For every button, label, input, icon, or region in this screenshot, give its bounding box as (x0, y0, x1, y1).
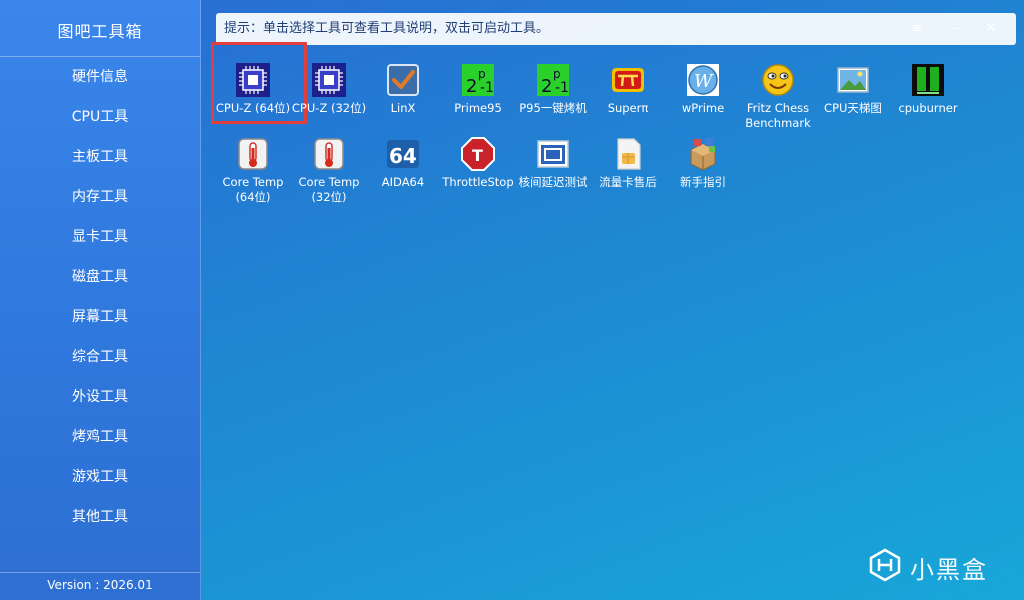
watermark-text: 小黑盒 (910, 556, 988, 584)
tool-coretemp-64[interactable]: Core Temp (64位) (214, 132, 292, 204)
aida64-icon: 64 (387, 140, 419, 168)
sidebar-item-hardware-info[interactable]: 硬件信息 (0, 57, 200, 97)
tool-label: Fritz Chess Benchmark (745, 101, 811, 130)
hint-bar: 提示：单击选择工具可查看工具说明，双击可启动工具。 (216, 13, 1016, 45)
sidebar-item-peripheral-tools[interactable]: 外设工具 (0, 377, 200, 417)
picture-icon (837, 67, 869, 93)
svg-text:-1: -1 (555, 80, 569, 96)
app-title: 图吧工具箱 (57, 22, 143, 41)
sidebar-item-stress-tools[interactable]: 烤鸡工具 (0, 417, 200, 457)
tool-superpi[interactable]: Superπ (589, 58, 667, 124)
prime95-icon: 2 p -1 (462, 64, 494, 97)
divider (0, 572, 200, 573)
tool-label: CPU天梯图 (824, 101, 882, 115)
sidebar-item-other-tools[interactable]: 其他工具 (0, 497, 200, 537)
tool-beginner-guide[interactable]: 新手指引 (664, 132, 742, 198)
tool-label: AIDA64 (381, 175, 425, 189)
tool-linx[interactable]: LinX (364, 58, 442, 124)
tool-label: LinX (390, 101, 416, 115)
tool-data-card[interactable]: 流量卡售后 (589, 132, 667, 198)
tool-aida64[interactable]: 64 AIDA64 (364, 132, 442, 198)
sidebar-item-gpu-tools[interactable]: 显卡工具 (0, 217, 200, 257)
watermark: 小黑盒 (868, 542, 1008, 586)
tool-p95-burnin[interactable]: 2 p -1 P95一键烤机 (514, 58, 592, 124)
tool-cpu-ladder[interactable]: CPU天梯图 (814, 58, 892, 124)
tool-label: Prime95 (454, 101, 502, 115)
tool-label: P95一键烤机 (519, 101, 587, 115)
tool-coretemp-32[interactable]: Core Temp (32位) (290, 132, 368, 204)
smiley-face-icon (762, 64, 794, 96)
tool-label: wPrime (681, 101, 725, 115)
checkbox-icon (387, 64, 419, 96)
cpuburner-icon (912, 64, 944, 96)
menu-button[interactable]: ≡ (908, 20, 926, 38)
superpi-icon (612, 68, 644, 92)
tool-prime95[interactable]: 2 p -1 Prime95 (439, 58, 517, 124)
tool-throttlestop[interactable]: T ThrottleStop (439, 132, 517, 198)
svg-text:p: p (478, 67, 486, 81)
svg-text:2: 2 (541, 76, 552, 97)
sidebar-item-memory-tools[interactable]: 内存工具 (0, 177, 200, 217)
sidebar-item-motherboard-tools[interactable]: 主板工具 (0, 137, 200, 177)
xiaoheihe-logo-icon (869, 548, 901, 582)
sidebar-item-cpu-tools[interactable]: CPU工具 (0, 97, 200, 137)
svg-text:p: p (553, 67, 561, 81)
svg-text:64: 64 (389, 144, 417, 168)
main-panel: 提示：单击选择工具可查看工具说明，双击可启动工具。 ≡ – ✕ CPU-Z (6… (200, 0, 1024, 600)
wprime-icon: W (687, 64, 719, 96)
stop-sign-icon: T (461, 137, 495, 171)
tool-label: 流量卡售后 (599, 175, 657, 189)
thermometer-icon (314, 138, 344, 170)
tool-wprime[interactable]: W wPrime (664, 58, 742, 124)
sidebar-item-screen-tools[interactable]: 屏幕工具 (0, 297, 200, 337)
tool-fritz-chess[interactable]: Fritz Chess Benchmark (739, 58, 817, 130)
package-icon (690, 138, 716, 171)
close-button[interactable]: ✕ (982, 20, 1000, 38)
tool-label: cpuburner (898, 101, 958, 115)
svg-text:-1: -1 (480, 80, 494, 96)
thermometer-icon (238, 138, 268, 170)
minimize-button[interactable]: – (948, 20, 966, 38)
tool-label: Core Temp (32位) (298, 175, 360, 204)
sidebar-item-disk-tools[interactable]: 磁盘工具 (0, 257, 200, 297)
tool-cpuz-64[interactable]: CPU-Z (64位) (211, 42, 307, 124)
svg-text:W: W (694, 71, 714, 92)
svg-text:T: T (472, 146, 483, 165)
tool-label: CPU-Z (32位) (291, 101, 367, 115)
sidebar-menu: 硬件信息 CPU工具 主板工具 内存工具 显卡工具 磁盘工具 屏幕工具 综合工具… (0, 57, 200, 537)
sidebar-item-integrated-tools[interactable]: 综合工具 (0, 337, 200, 377)
sidebar-item-game-tools[interactable]: 游戏工具 (0, 457, 200, 497)
tool-core-latency[interactable]: 核间延迟测试 (514, 132, 592, 198)
tool-label: Superπ (607, 101, 649, 115)
sim-card-icon (617, 138, 641, 170)
cpu-chip-icon (312, 63, 346, 97)
prime95-icon: 2 p -1 (537, 64, 569, 97)
tool-label: Core Temp (64位) (222, 175, 284, 204)
sidebar: 图吧工具箱 硬件信息 CPU工具 主板工具 内存工具 显卡工具 磁盘工具 屏幕工… (0, 0, 201, 600)
tool-label: ThrottleStop (442, 175, 514, 189)
svg-text:2: 2 (466, 76, 477, 97)
tool-cpuburner[interactable]: cpuburner (889, 58, 967, 124)
tool-label: 新手指引 (680, 175, 726, 189)
tool-cpuz-32[interactable]: CPU-Z (32位) (290, 58, 368, 124)
toolbox-window: 图吧工具箱 硬件信息 CPU工具 主板工具 内存工具 显卡工具 磁盘工具 屏幕工… (0, 0, 1024, 600)
window-icon (537, 140, 569, 168)
version-label: Version : 2026.01 (47, 578, 153, 592)
tool-label: 核间延迟测试 (518, 175, 588, 189)
